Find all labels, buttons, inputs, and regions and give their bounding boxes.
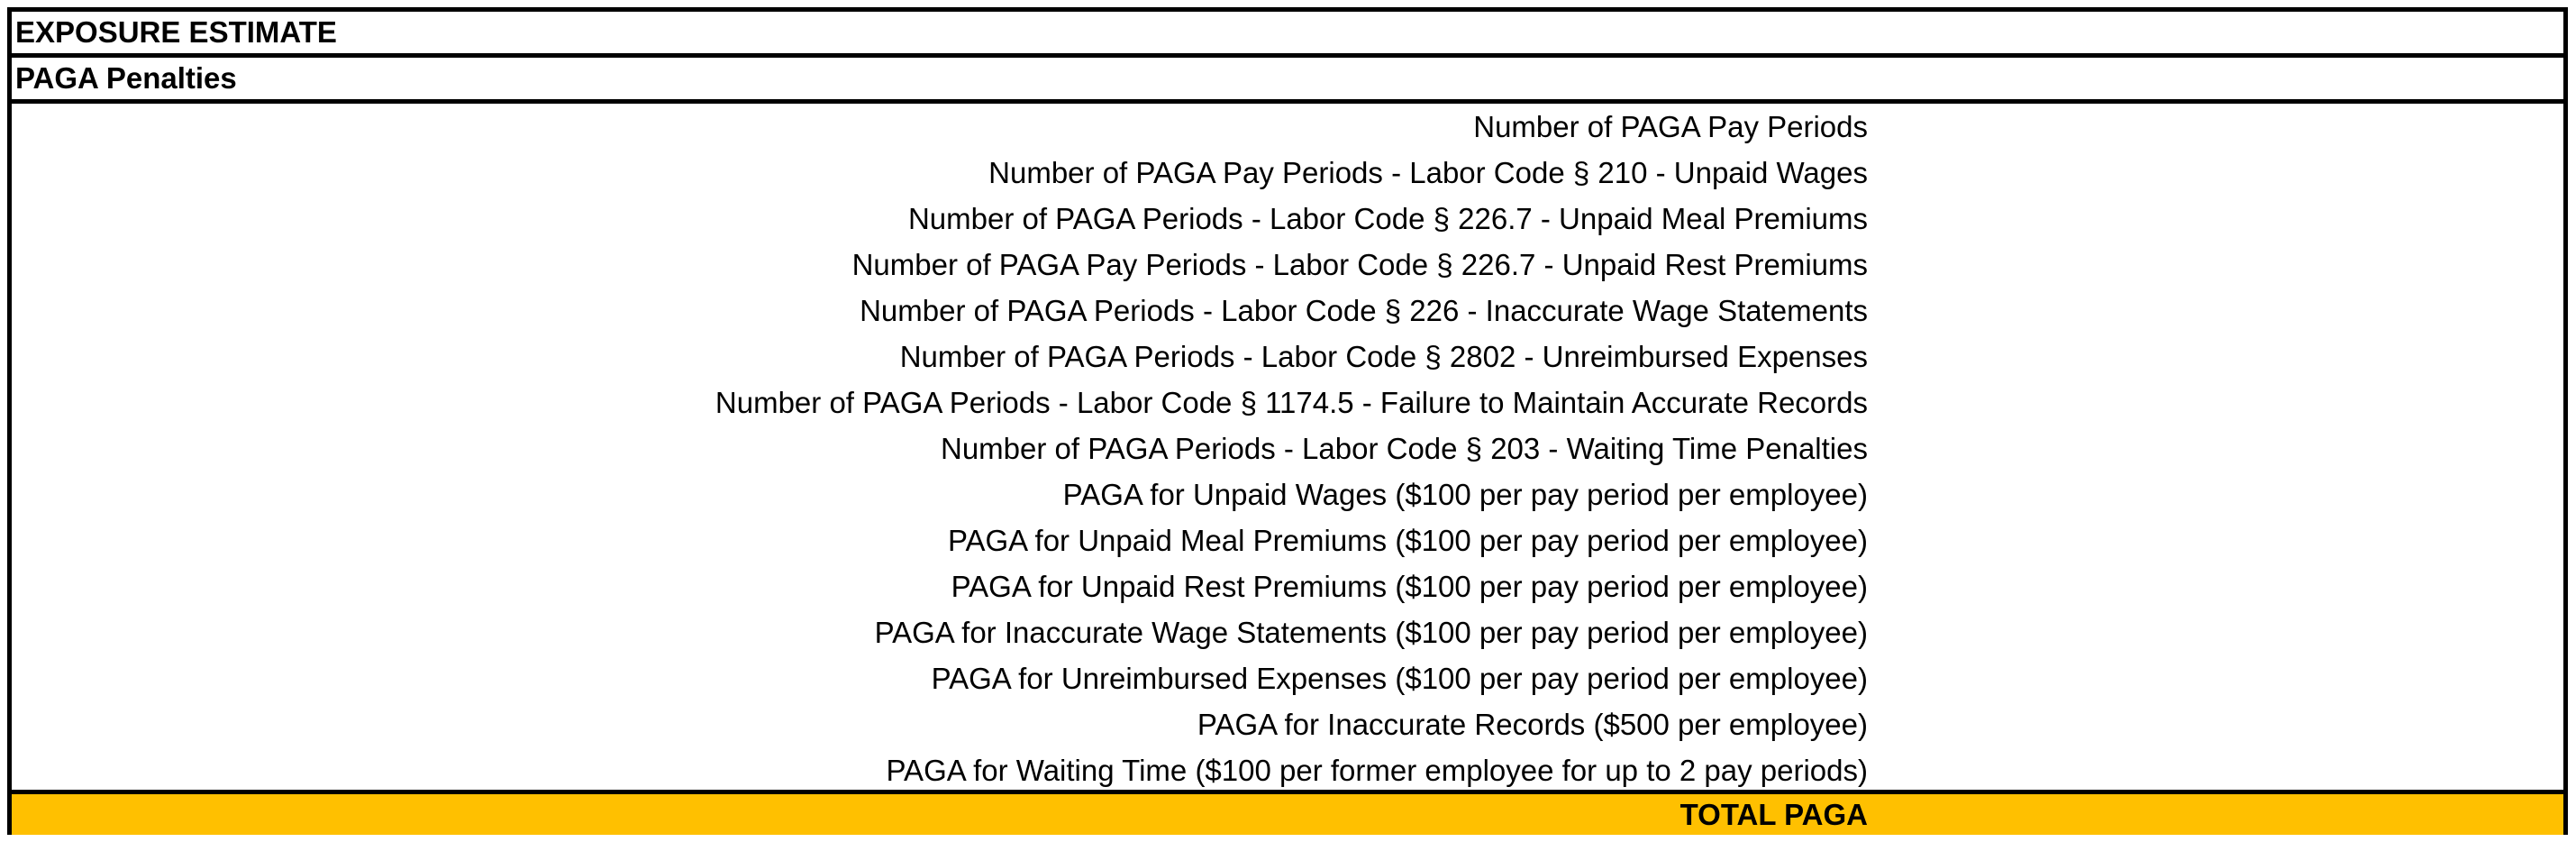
row-label: Number of PAGA Pay Periods - Labor Code … — [851, 248, 1868, 281]
row-label: PAGA for Inaccurate Wage Statements ($10… — [874, 616, 1868, 649]
row-label: Number of PAGA Pay Periods - Labor Code … — [988, 156, 1868, 189]
row-label: PAGA for Waiting Time ($100 per former e… — [886, 754, 1869, 787]
row-label: Number of PAGA Periods - Labor Code § 22… — [860, 294, 1868, 327]
row-label: Number of PAGA Periods - Labor Code § 22… — [907, 202, 1868, 235]
row-label: Number of PAGA Pay Periods — [1473, 110, 1868, 143]
row-label: PAGA for Inaccurate Records ($500 per em… — [1197, 708, 1868, 741]
row-label: Number of PAGA Periods - Labor Code § 20… — [941, 432, 1868, 465]
row-label: PAGA for Unpaid Rest Premiums ($100 per … — [951, 570, 1868, 603]
row-label: PAGA for Unreimbursed Expenses ($100 per… — [931, 662, 1868, 695]
row-label: Number of PAGA Periods - Labor Code § 11… — [715, 386, 1868, 419]
row-label: Number of PAGA Periods - Labor Code § 28… — [899, 340, 1868, 373]
section-heading: PAGA Penalties — [12, 58, 2563, 104]
sheet-title: EXPOSURE ESTIMATE — [12, 12, 2563, 58]
exposure-estimate-sheet: EXPOSURE ESTIMATE PAGA Penalties Number … — [7, 7, 2568, 835]
total-paga-label: TOTAL PAGA — [1679, 798, 1868, 831]
row-label: PAGA for Unpaid Meal Premiums ($100 per … — [947, 524, 1868, 557]
total-paga-row: TOTAL PAGA — [12, 790, 2563, 835]
row-label: PAGA for Unpaid Wages ($100 per pay peri… — [1062, 478, 1868, 511]
